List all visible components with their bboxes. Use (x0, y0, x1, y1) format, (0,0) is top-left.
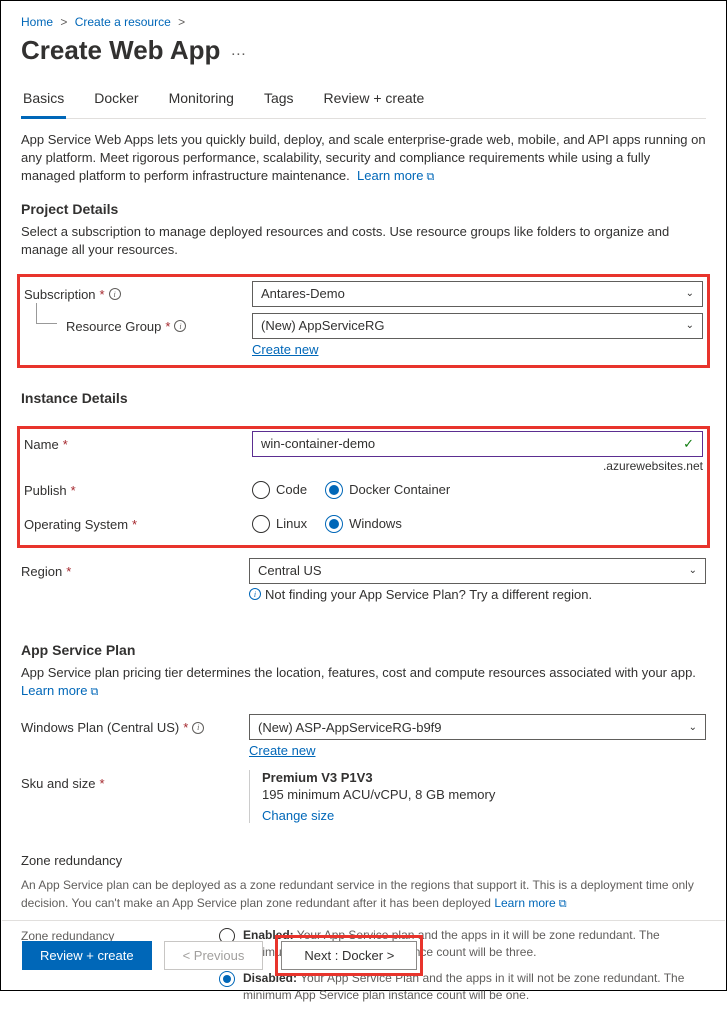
app-service-plan-heading: App Service Plan (21, 642, 706, 658)
intro-learn-more-link[interactable]: Learn more (357, 168, 434, 183)
change-size-link[interactable]: Change size (262, 808, 334, 823)
sku-label: Sku and size (21, 776, 95, 791)
intro-text: App Service Web Apps lets you quickly bu… (21, 131, 706, 186)
zone-redundancy-desc: An App Service plan can be deployed as a… (21, 876, 706, 913)
create-new-rg-link[interactable]: Create new (252, 342, 318, 357)
subscription-label: Subscription (24, 287, 96, 302)
resource-group-label: Resource Group (66, 319, 161, 334)
more-menu-icon[interactable]: … (230, 42, 248, 60)
chevron-down-icon: ⌄ (686, 288, 694, 299)
previous-button[interactable]: < Previous (164, 941, 264, 970)
info-icon[interactable]: i (192, 722, 204, 734)
publish-code-radio[interactable]: Code (252, 481, 307, 499)
footer: Review + create < Previous Next : Docker… (2, 920, 725, 990)
tab-basics[interactable]: Basics (21, 84, 66, 119)
create-new-plan-link[interactable]: Create new (249, 743, 315, 758)
windows-plan-label: Windows Plan (Central US) (21, 720, 179, 735)
domain-suffix: .azurewebsites.net (252, 459, 703, 473)
tab-docker[interactable]: Docker (92, 84, 140, 118)
asp-learn-more-link[interactable]: Learn more (21, 683, 98, 698)
chevron-down-icon: ⌄ (689, 722, 697, 733)
name-label: Name (24, 437, 59, 452)
instance-details-heading: Instance Details (21, 390, 706, 406)
chevron-down-icon: ⌄ (686, 320, 694, 331)
publish-docker-radio[interactable]: Docker Container (325, 481, 450, 499)
zone-redundancy-heading: Zone redundancy (21, 853, 706, 868)
zr-learn-more-link[interactable]: Learn more (494, 896, 566, 910)
breadcrumb-create-resource[interactable]: Create a resource (75, 15, 171, 29)
check-icon: ✓ (683, 436, 694, 452)
os-linux-radio[interactable]: Linux (252, 515, 307, 533)
page-title: Create Web App (21, 35, 220, 66)
project-details-heading: Project Details (21, 201, 706, 217)
next-docker-button[interactable]: Next : Docker > (281, 941, 417, 970)
app-service-plan-desc: App Service plan pricing tier determines… (21, 664, 706, 701)
info-icon: i (249, 588, 261, 600)
tab-monitoring[interactable]: Monitoring (167, 84, 236, 118)
resource-group-select[interactable]: (New) AppServiceRG ⌄ (252, 313, 703, 339)
project-details-desc: Select a subscription to manage deployed… (21, 223, 706, 259)
region-helper: i Not finding your App Service Plan? Try… (249, 587, 706, 602)
chevron-down-icon: ⌄ (689, 565, 697, 576)
info-icon[interactable]: i (174, 320, 186, 332)
review-create-button[interactable]: Review + create (22, 941, 152, 970)
breadcrumb: Home > Create a resource > (21, 15, 706, 29)
region-label: Region (21, 564, 62, 579)
tabs: Basics Docker Monitoring Tags Review + c… (21, 84, 706, 119)
info-icon[interactable]: i (109, 288, 121, 300)
subscription-select[interactable]: Antares-Demo ⌄ (252, 281, 703, 307)
tab-tags[interactable]: Tags (262, 84, 296, 118)
os-label: Operating System (24, 517, 128, 532)
breadcrumb-home[interactable]: Home (21, 15, 53, 29)
tab-review[interactable]: Review + create (322, 84, 427, 118)
os-windows-radio[interactable]: Windows (325, 515, 402, 533)
publish-label: Publish (24, 483, 67, 498)
name-input[interactable]: win-container-demo ✓ (252, 431, 703, 457)
sku-title: Premium V3 P1V3 (262, 770, 706, 785)
windows-plan-select[interactable]: (New) ASP-AppServiceRG-b9f9 ⌄ (249, 714, 706, 740)
region-select[interactable]: Central US ⌄ (249, 558, 706, 584)
sku-desc: 195 minimum ACU/vCPU, 8 GB memory (262, 787, 706, 802)
